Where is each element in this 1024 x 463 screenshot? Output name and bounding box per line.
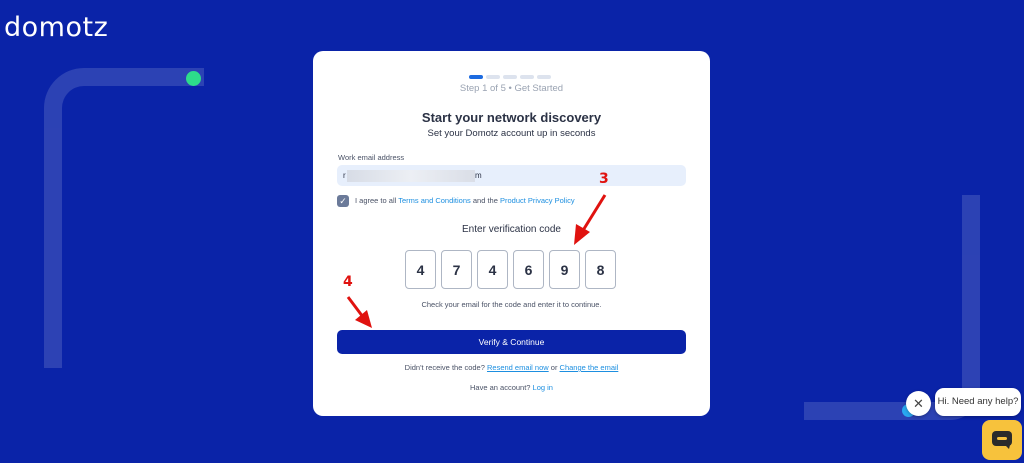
email-field[interactable]: rm — [337, 165, 686, 186]
agree-text-before: I agree to all — [355, 196, 399, 205]
step-segment-5 — [537, 75, 551, 79]
signup-card: Step 1 of 5 • Get Started Start your net… — [313, 51, 710, 416]
annotation-arrow-4 — [346, 296, 372, 328]
step-segment-1 — [469, 75, 483, 79]
agree-text: I agree to all Terms and Conditions and … — [355, 196, 575, 205]
resend-text: Didn't receive the code? Resend email no… — [313, 363, 710, 372]
verify-continue-button[interactable]: Verify & Continue — [337, 330, 686, 354]
chat-greeting-bubble[interactable]: Hi. Need any help? — [935, 388, 1021, 416]
page-title: Start your network discovery — [421, 110, 602, 125]
background-track-right — [804, 195, 980, 420]
annotation-number-3: 3 — [599, 171, 609, 187]
change-email-link[interactable]: Change the email — [560, 363, 619, 372]
email-value-suffix: m — [475, 171, 482, 180]
step-segment-4 — [520, 75, 534, 79]
code-digit-4[interactable]: 6 — [513, 250, 544, 289]
chat-launcher-button[interactable] — [982, 420, 1022, 460]
annotation-number-4: 4 — [343, 274, 353, 290]
step-segment-3 — [503, 75, 517, 79]
step-progress-indicator — [469, 75, 551, 79]
code-digit-3[interactable]: 4 — [477, 250, 508, 289]
login-text: Have an account? Log in — [313, 383, 710, 392]
resend-email-link[interactable]: Resend email now — [487, 363, 549, 372]
login-text-before: Have an account? — [470, 383, 533, 392]
code-digit-5[interactable]: 9 — [549, 250, 580, 289]
step-segment-2 — [486, 75, 500, 79]
terms-link[interactable]: Terms and Conditions — [398, 196, 471, 205]
background-track-left — [44, 68, 204, 368]
background-dot-green — [186, 71, 201, 86]
email-label: Work email address — [338, 153, 405, 162]
page-subtitle: Set your Domotz account up in seconds — [427, 128, 596, 139]
resend-or: or — [548, 363, 560, 372]
login-link[interactable]: Log in — [533, 383, 553, 392]
verification-code-label: Enter verification code — [462, 224, 561, 235]
annotation-arrow-3 — [574, 194, 607, 245]
domotz-logo: domotz — [4, 12, 109, 43]
close-icon[interactable]: ✕ — [906, 391, 931, 416]
privacy-policy-link[interactable]: Product Privacy Policy — [500, 196, 575, 205]
agree-text-middle: and the — [470, 196, 500, 205]
code-digit-2[interactable]: 7 — [441, 250, 472, 289]
check-icon: ✓ — [339, 196, 347, 206]
verification-code-inputs: 4 7 4 6 9 8 — [405, 250, 616, 289]
step-text: Step 1 of 5 • Get Started — [459, 83, 564, 94]
code-digit-6[interactable]: 8 — [585, 250, 616, 289]
resend-text-before: Didn't receive the code? — [404, 363, 487, 372]
chat-icon — [992, 431, 1012, 449]
email-redacted — [347, 169, 475, 182]
code-digit-1[interactable]: 4 — [405, 250, 436, 289]
agree-checkbox[interactable]: ✓ — [337, 195, 349, 207]
